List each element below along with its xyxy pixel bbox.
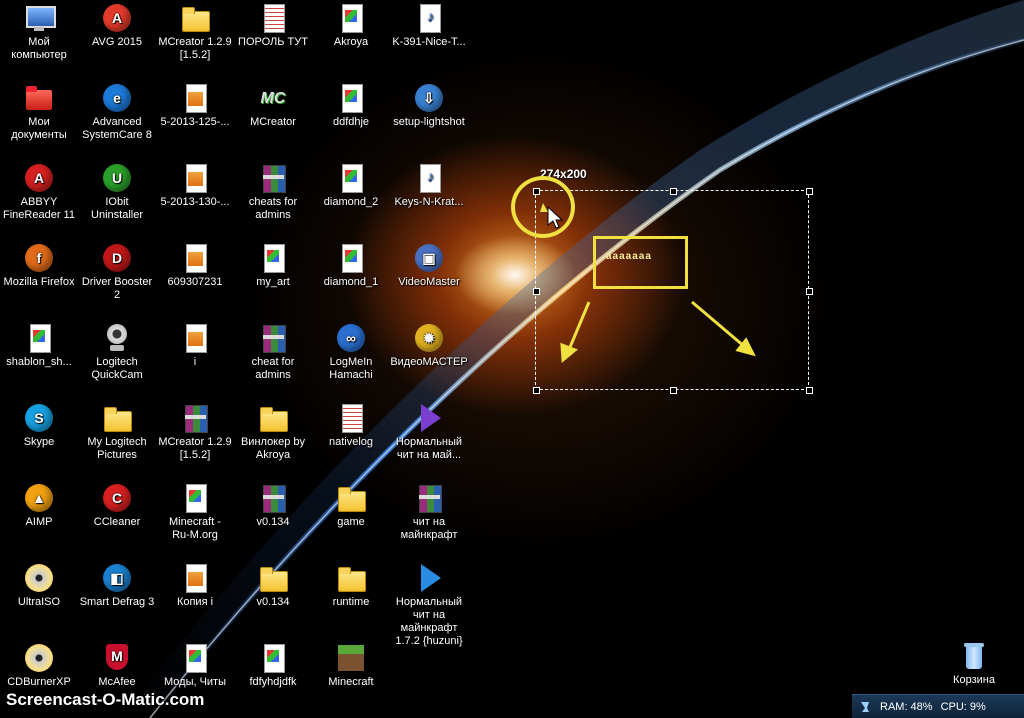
- arrow-left-head: [560, 342, 578, 364]
- system-tray[interactable]: RAM: 48% CPU: 9%: [852, 694, 1024, 718]
- watermark: Screencast-O-Matic.com: [6, 690, 205, 709]
- annotation-arrows: [540, 203, 756, 364]
- desktop[interactable]: Мой компьютер A AVG 2015 MCreator 1.2.9 [1.…: [0, 0, 1024, 718]
- cursor-highlight: [511, 176, 575, 238]
- arrow-left: [566, 301, 591, 353]
- broom-icon[interactable]: [858, 700, 872, 714]
- ram-usage: RAM: 48%: [880, 700, 933, 713]
- cpu-usage: CPU: 9%: [940, 700, 986, 713]
- arrow-right: [691, 300, 746, 349]
